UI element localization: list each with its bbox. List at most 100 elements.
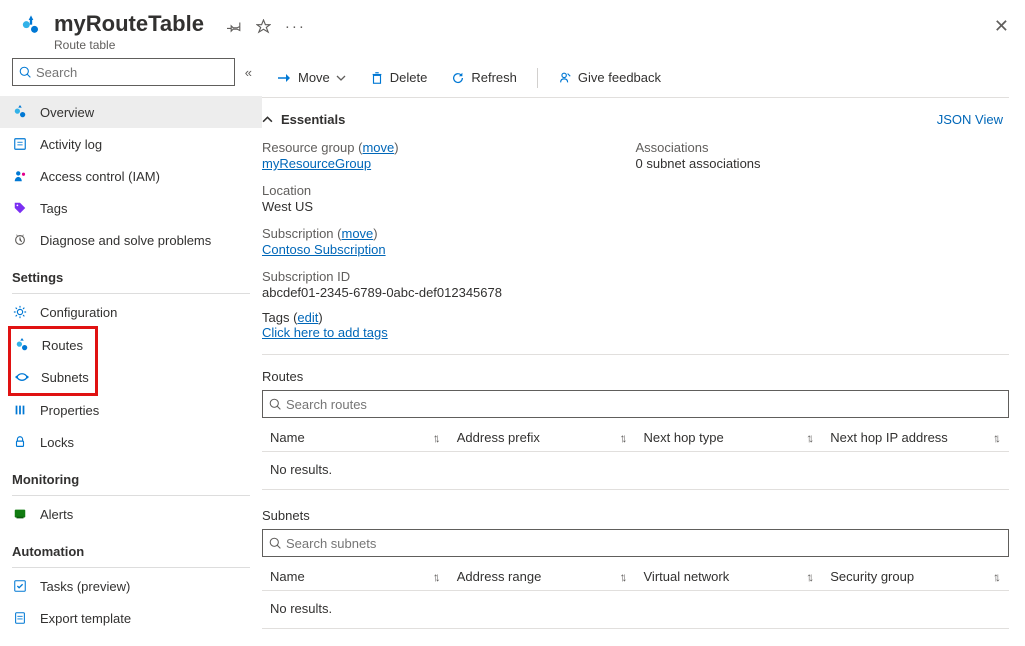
sidebar-item-label: Access control (IAM) [40,169,160,184]
routes-section: Routes Name↑↓ Address prefix↑↓ Next hop … [262,365,1009,490]
subscription-id-label: Subscription ID [262,269,636,284]
collapse-sidebar-icon[interactable]: « [245,65,252,80]
move-icon [276,70,292,86]
divider [12,567,250,568]
properties-icon [12,402,28,418]
sidebar-item-label: Tags [40,201,67,216]
associations-label: Associations [636,140,1010,155]
sidebar-item-diagnose[interactable]: Diagnose and solve problems [0,224,262,256]
route-table-icon [16,12,46,42]
routes-search[interactable] [262,390,1009,418]
sidebar-item-configuration[interactable]: Configuration [0,296,262,328]
divider [12,293,250,294]
sort-icon: ↑↓ [620,570,624,584]
move-button[interactable]: Move [266,62,356,94]
subnets-search[interactable] [262,529,1009,557]
sidebar-item-access-control[interactable]: Access control (IAM) [0,160,262,192]
sidebar-item-export-template[interactable]: Export template [0,602,262,634]
column-header[interactable]: Security group↑↓ [822,569,1009,584]
subnets-table-header: Name↑↓ Address range↑↓ Virtual network↑↓… [262,563,1009,591]
sidebar-item-label: Routes [42,338,83,353]
sidebar-item-label: Tasks (preview) [40,579,130,594]
sidebar-item-locks[interactable]: Locks [0,426,262,458]
tags-icon [12,200,28,216]
more-icon[interactable]: ··· [285,18,306,35]
activity-log-icon [12,136,28,152]
sidebar-item-alerts[interactable]: Alerts [0,498,262,530]
location-label: Location [262,183,636,198]
lock-icon [12,434,28,450]
search-icon [269,537,282,550]
sidebar-item-overview[interactable]: Overview [0,96,262,128]
pin-icon[interactable] [227,19,242,34]
toolbar-separator [537,68,538,88]
sidebar-item-activity-log[interactable]: Activity log [0,128,262,160]
refresh-button[interactable]: Refresh [441,62,527,94]
resource-group-label: Resource group [262,140,355,155]
delete-icon [370,71,384,85]
sort-icon: ↑↓ [620,431,624,445]
favorite-icon[interactable] [256,19,271,34]
subscription-id-value: abcdef01-2345-6789-0abc-def012345678 [262,285,636,300]
routes-table-header: Name↑↓ Address prefix↑↓ Next hop type↑↓ … [262,424,1009,452]
search-icon [19,66,32,79]
sidebar-item-tags[interactable]: Tags [0,192,262,224]
json-view-link[interactable]: JSON View [937,112,1009,127]
subnets-search-input[interactable] [286,536,1002,551]
location-value: West US [262,199,636,214]
sort-icon: ↑↓ [806,570,810,584]
sidebar-item-label: Activity log [40,137,102,152]
column-header[interactable]: Next hop type↑↓ [636,430,823,445]
diagnose-icon [12,232,28,248]
sidebar-item-subnets[interactable]: Subnets [11,361,95,393]
chevron-down-icon [336,73,346,83]
sidebar-item-label: Locks [40,435,74,450]
sort-icon: ↑↓ [433,431,437,445]
add-tags-link[interactable]: Click here to add tags [262,325,388,340]
routes-title: Routes [262,365,1009,390]
subscription-move-link[interactable]: move [342,226,374,241]
routes-empty: No results. [262,452,1009,490]
resource-group-move-link[interactable]: move [362,140,394,155]
sidebar-item-routes[interactable]: Routes [11,329,95,361]
gear-icon [12,304,28,320]
associations-value: 0 subnet associations [636,156,1010,171]
column-header[interactable]: Name↑↓ [262,430,449,445]
access-control-icon [12,168,28,184]
routes-search-input[interactable] [286,397,1002,412]
column-header[interactable]: Virtual network↑↓ [636,569,823,584]
subnets-section: Subnets Name↑↓ Address range↑↓ Virtual n… [262,504,1009,629]
routes-icon [15,337,30,353]
page-subtitle: Route table [54,38,227,52]
tags-label: Tags [262,310,289,325]
essentials-toggle[interactable]: Essentials [262,112,345,127]
subscription-label: Subscription [262,226,334,241]
page-title: myRouteTable [54,12,227,36]
route-table-small-icon [12,104,28,120]
sidebar-section-settings: Settings [0,256,262,287]
sidebar-section-monitoring: Monitoring [0,458,262,489]
subnets-title: Subnets [262,504,1009,529]
delete-button[interactable]: Delete [360,62,438,94]
sidebar-item-tasks[interactable]: Tasks (preview) [0,570,262,602]
sidebar-section-automation: Automation [0,530,262,561]
sidebar-item-label: Diagnose and solve problems [40,233,211,248]
column-header[interactable]: Next hop IP address↑↓ [822,430,1009,445]
sidebar-search[interactable] [12,58,235,86]
resource-group-link[interactable]: myResourceGroup [262,156,371,171]
close-icon[interactable]: ✕ [994,16,1009,37]
sidebar-search-input[interactable] [36,65,228,80]
divider [12,495,250,496]
subscription-link[interactable]: Contoso Subscription [262,242,386,257]
column-header[interactable]: Address prefix↑↓ [449,430,636,445]
sidebar-item-label: Overview [40,105,94,120]
sidebar-item-properties[interactable]: Properties [0,394,262,426]
column-header[interactable]: Name↑↓ [262,569,449,584]
tags-edit-link[interactable]: edit [297,310,318,325]
feedback-button[interactable]: Give feedback [548,62,671,94]
sidebar-item-label: Subnets [41,370,89,385]
sort-icon: ↑↓ [806,431,810,445]
sidebar-item-label: Properties [40,403,99,418]
sort-icon: ↑↓ [433,570,437,584]
column-header[interactable]: Address range↑↓ [449,569,636,584]
